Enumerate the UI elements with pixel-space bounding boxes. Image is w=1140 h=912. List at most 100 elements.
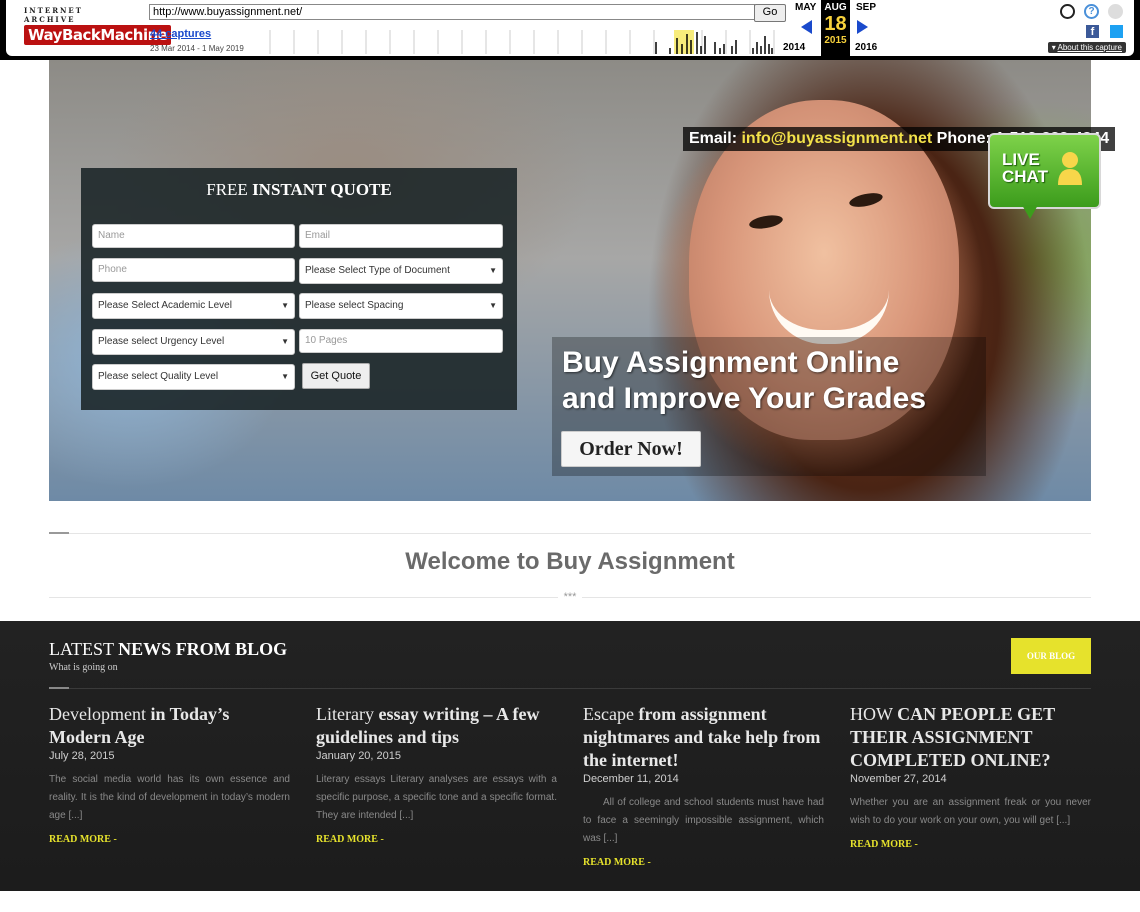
blog-post-excerpt: Whether you are an assignment freak or y…	[850, 797, 1091, 826]
our-blog-button[interactable]: OUR BLOG	[1011, 638, 1091, 674]
wayback-current-date: AUG 18 2015	[821, 0, 850, 56]
wayback-go-button[interactable]: Go	[754, 4, 786, 22]
blog-post-date: November 27, 2014	[850, 773, 947, 785]
wayback-capture-sparkline[interactable]	[250, 28, 780, 54]
wayback-toolbar: INTERNET ARCHIVE WayBackMachine http://w…	[0, 0, 1140, 60]
quote-title-plain: FREE	[206, 180, 248, 199]
blog-post: HOW CAN PEOPLE GET THEIR ASSIGNMENT COMP…	[850, 703, 1091, 850]
chevron-down-icon: ▼	[281, 337, 289, 346]
wayback-toolbar-panel: INTERNET ARCHIVE WayBackMachine http://w…	[6, 0, 1134, 56]
twitter-icon[interactable]	[1110, 25, 1123, 38]
document-type-value: Please Select Type of Document	[305, 265, 450, 276]
blog-post: Escape from assignment nightmares and ta…	[583, 703, 824, 868]
user-account-icon[interactable]	[1060, 4, 1075, 19]
wayback-logo-top: INTERNET ARCHIVE	[24, 6, 83, 24]
blog-post-title[interactable]: HOW CAN PEOPLE GET THEIR ASSIGNMENT COMP…	[850, 703, 1091, 772]
blog-heading: LATEST NEWS FROM BLOG	[49, 639, 287, 660]
email-field[interactable]: Email	[299, 224, 503, 248]
wayback-next-month[interactable]: SEP	[856, 2, 876, 13]
blog-post-title[interactable]: Escape from assignment nightmares and ta…	[583, 703, 824, 772]
blog-section: LATEST NEWS FROM BLOG What is going on O…	[0, 621, 1140, 891]
welcome-top-divider	[49, 533, 1091, 534]
urgency-level-value: Please select Urgency Level	[98, 336, 225, 347]
read-more-link[interactable]: READ MORE -	[850, 839, 1091, 850]
academic-level-value: Please Select Academic Level	[98, 300, 232, 311]
contact-email-link[interactable]: info@buyassignment.net	[741, 130, 932, 147]
wayback-captures-link[interactable]: 44 captures	[150, 28, 211, 40]
read-more-link[interactable]: READ MORE -	[49, 834, 290, 845]
phone-field[interactable]: Phone	[92, 258, 295, 282]
blog-post-title[interactable]: Development in Today’s Modern Age	[49, 703, 290, 749]
about-capture-link[interactable]: ▾ About this capture	[1047, 42, 1126, 53]
welcome-title: Welcome to Buy Assignment	[405, 548, 735, 575]
instant-quote-form: FREE INSTANT QUOTE Name Email Phone Plea…	[81, 168, 517, 410]
chevron-down-icon: ▼	[281, 301, 289, 310]
wayback-current-month: AUG	[824, 2, 847, 13]
blog-heading-plain: LATEST	[49, 639, 114, 659]
about-capture-label: About this capture	[1057, 43, 1122, 52]
live-chat-label-line1: LIVE	[1002, 150, 1040, 169]
order-now-button[interactable]: Order Now!	[561, 431, 701, 467]
quote-title-bold: INSTANT QUOTE	[252, 180, 392, 199]
chevron-down-icon: ▼	[489, 266, 497, 275]
quality-level-select[interactable]: Please select Quality Level ▼	[92, 364, 295, 390]
wayback-capture-range: 23 Mar 2014 - 1 May 2019	[150, 44, 244, 53]
person-icon	[1058, 152, 1082, 185]
post-title-plain: Escape	[583, 704, 634, 724]
chevron-down-icon: ▼	[281, 372, 289, 381]
wayback-prev-year[interactable]: 2014	[783, 42, 805, 53]
blog-post: Literary essay writing – A few guideline…	[316, 703, 557, 845]
wayback-current-year: 2015	[824, 35, 847, 46]
live-chat-bubble-tail	[1022, 205, 1038, 219]
academic-level-select[interactable]: Please Select Academic Level ▼	[92, 293, 295, 319]
blog-post-excerpt: Literary essays Literary analyses are es…	[316, 774, 557, 821]
live-chat-button[interactable]: LIVE CHAT	[988, 133, 1101, 223]
spacing-select[interactable]: Please select Spacing ▼	[299, 293, 503, 319]
help-icon[interactable]: ?	[1084, 4, 1099, 19]
contact-phone-label: Phone:	[936, 130, 991, 147]
quality-level-value: Please select Quality Level	[98, 371, 219, 382]
hero-tagline-panel: Buy Assignment Online and Improve Your G…	[552, 337, 986, 476]
post-title-plain: HOW	[850, 704, 893, 724]
hero-tagline-line2: and Improve Your Grades	[562, 382, 926, 415]
hero-tagline: Buy Assignment Online and Improve Your G…	[562, 345, 926, 417]
wayback-next-year[interactable]: 2016	[855, 42, 877, 53]
chevron-down-icon: ▼	[489, 301, 497, 310]
welcome-divider-stars: ***	[558, 591, 582, 603]
welcome-divider-accent	[49, 532, 69, 534]
read-more-link[interactable]: READ MORE -	[316, 834, 557, 845]
read-more-link[interactable]: READ MORE -	[583, 857, 824, 868]
blog-divider	[49, 688, 1091, 689]
hero-tagline-line1: Buy Assignment Online	[562, 346, 900, 379]
blog-post-date: December 11, 2014	[583, 773, 679, 785]
wayback-prev-arrow-icon[interactable]	[801, 20, 812, 34]
live-chat-label-line2: CHAT	[1002, 167, 1048, 186]
blog-post-title[interactable]: Literary essay writing – A few guideline…	[316, 703, 557, 749]
wayback-logo[interactable]: INTERNET ARCHIVE WayBackMachine	[24, 6, 172, 46]
contact-email-label: Email:	[689, 130, 738, 147]
pages-field[interactable]: 10 Pages	[299, 329, 503, 353]
blog-divider-accent	[49, 687, 69, 689]
spacing-value: Please select Spacing	[305, 300, 404, 311]
post-title-plain: Development	[49, 704, 146, 724]
name-field[interactable]: Name	[92, 224, 295, 248]
footer-strip	[0, 891, 1140, 912]
document-type-select[interactable]: Please Select Type of Document ▼	[299, 258, 503, 284]
wayback-url-input[interactable]: http://www.buyassignment.net/	[149, 4, 755, 20]
blog-post-excerpt: The social media world has its own essen…	[49, 774, 290, 821]
blog-post-date: January 20, 2015	[316, 750, 402, 762]
get-quote-button[interactable]: Get Quote	[302, 363, 370, 389]
blog-subheading: What is going on	[49, 662, 118, 673]
urgency-level-select[interactable]: Please select Urgency Level ▼	[92, 329, 295, 355]
blog-heading-bold: NEWS FROM BLOG	[118, 639, 288, 659]
facebook-icon[interactable]: f	[1086, 25, 1099, 38]
wayback-prev-month[interactable]: MAY	[795, 2, 816, 13]
blog-post: Development in Today’s Modern Age July 2…	[49, 703, 290, 845]
post-title-plain: Literary	[316, 704, 374, 724]
blog-post-date: July 28, 2015	[49, 750, 115, 762]
quote-form-title: FREE INSTANT QUOTE	[81, 180, 517, 200]
live-chat-label: LIVE CHAT	[1002, 151, 1048, 185]
wayback-next-arrow-icon[interactable]	[857, 20, 868, 34]
close-icon[interactable]	[1108, 4, 1123, 19]
wayback-current-day: 18	[824, 13, 847, 35]
